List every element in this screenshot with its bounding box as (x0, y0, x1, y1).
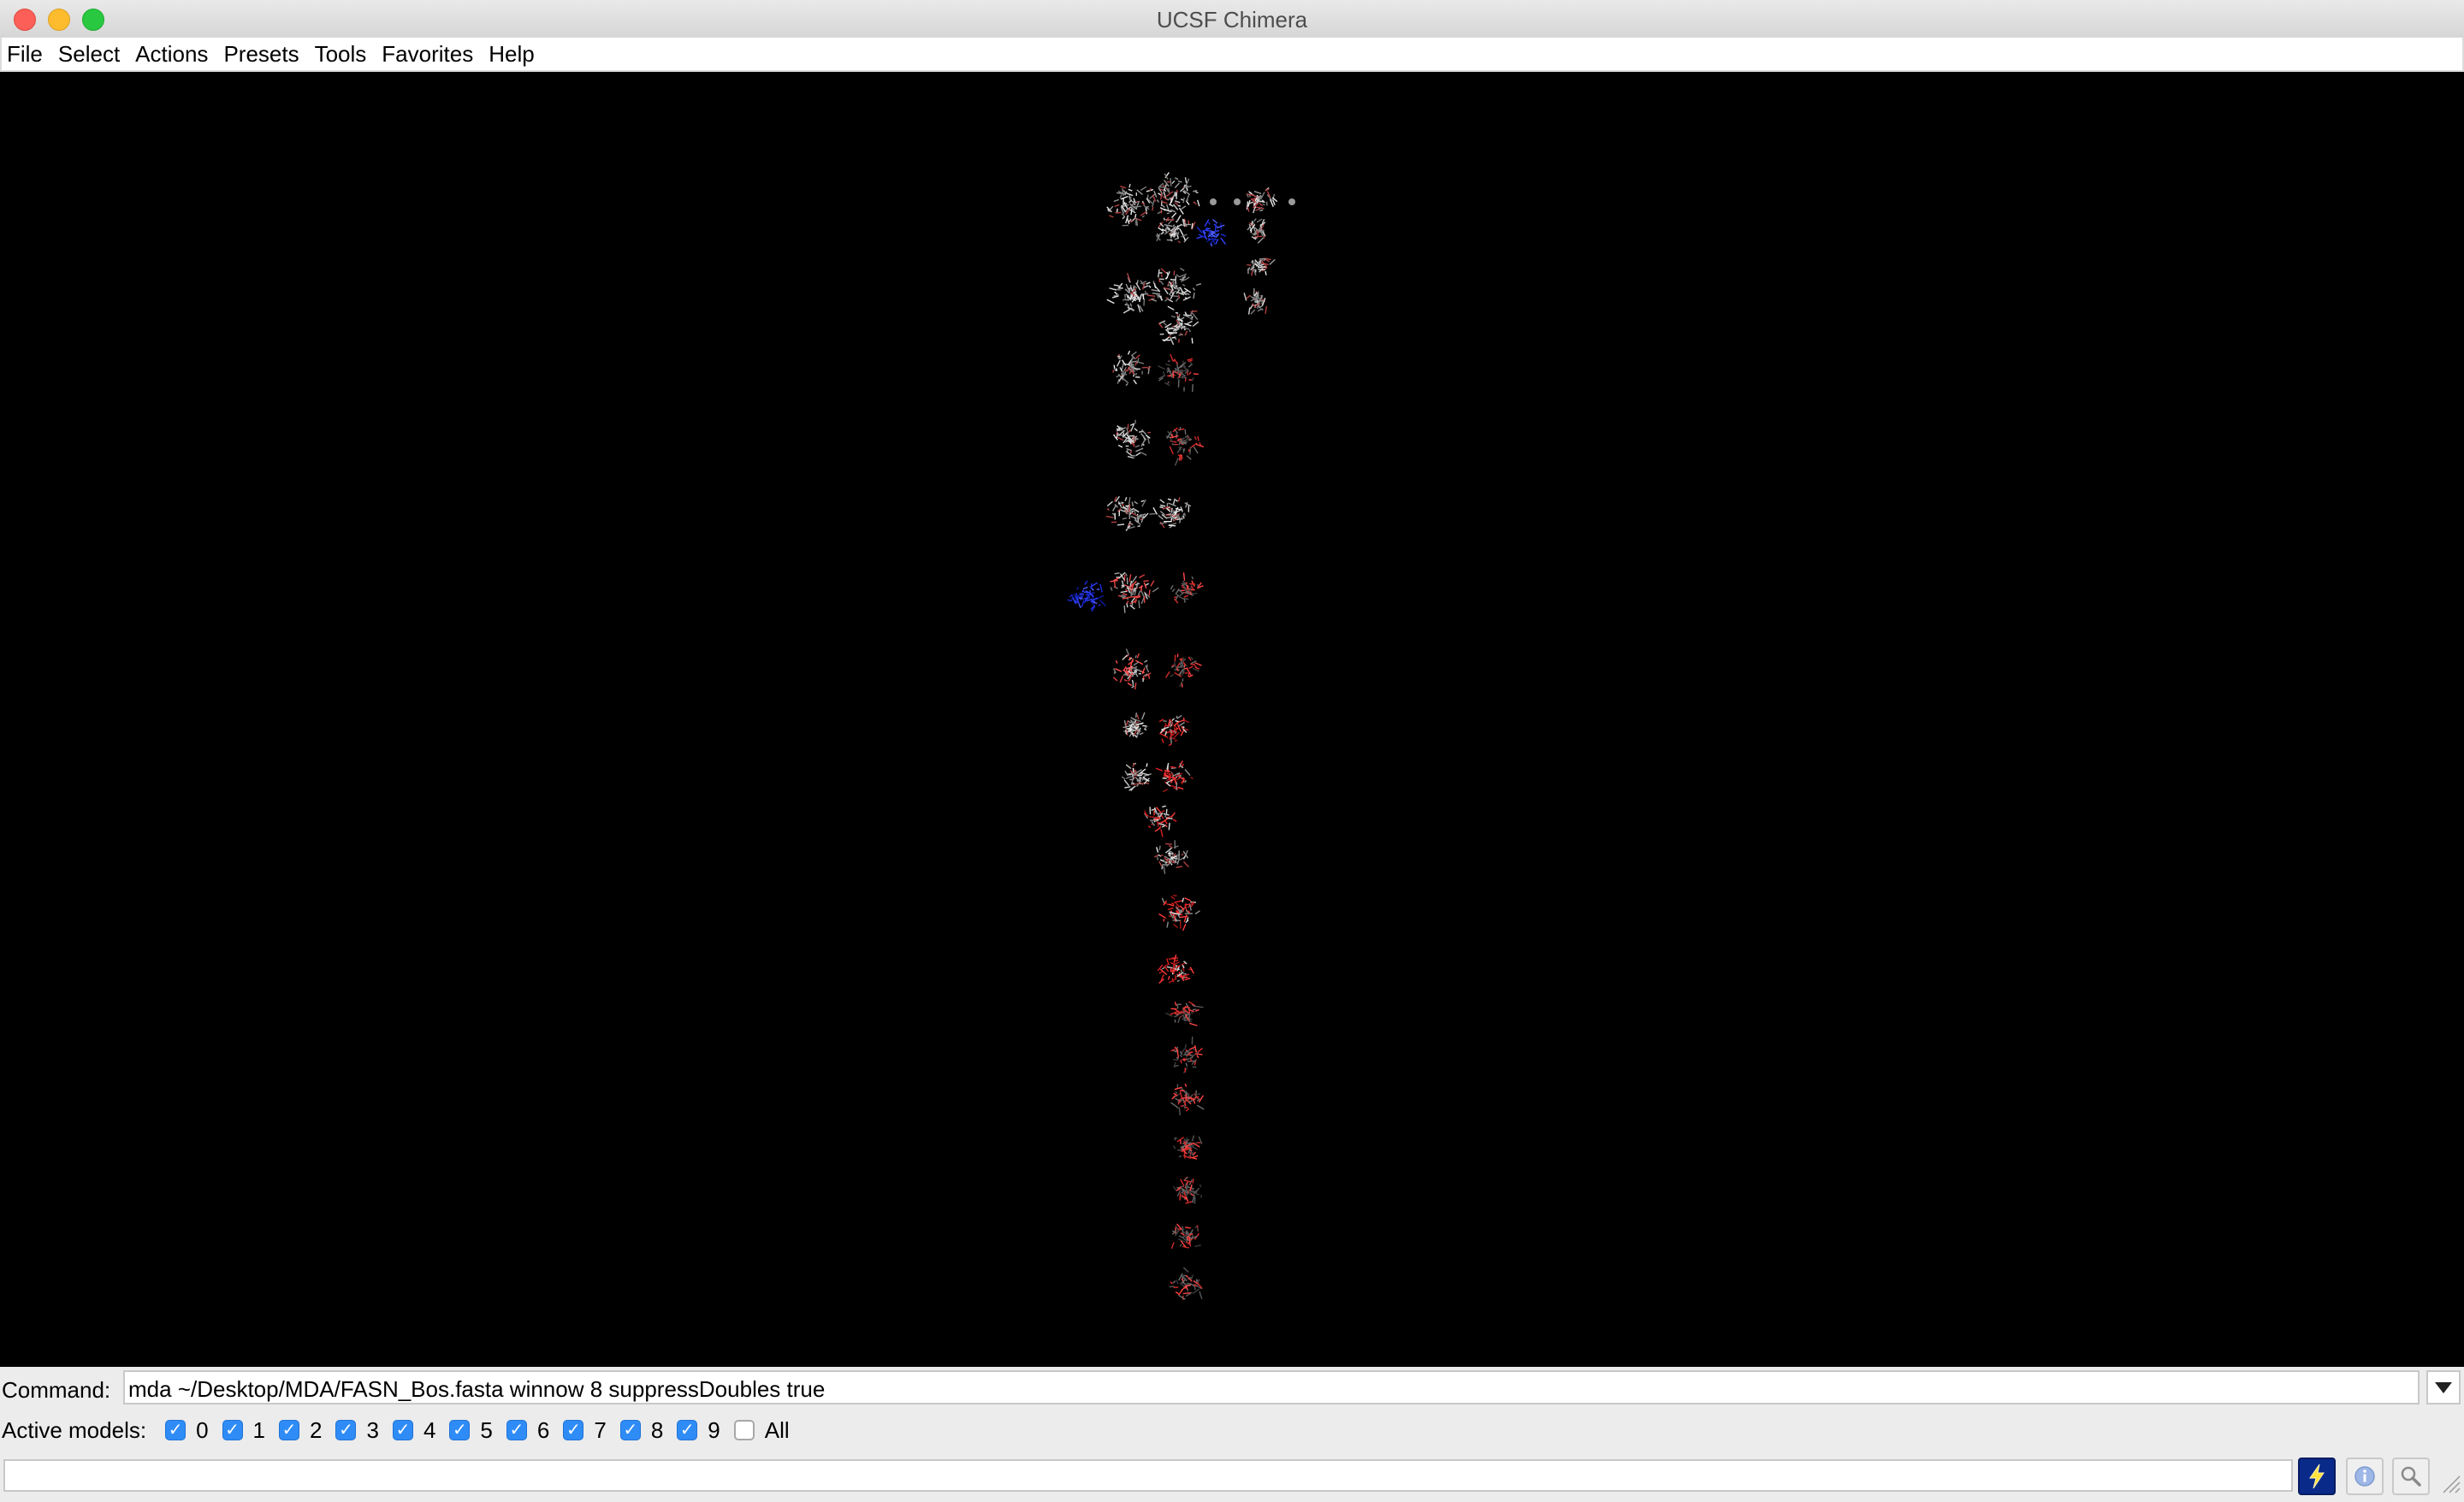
molecule-fragment (1173, 1135, 1203, 1160)
magnifier-icon (2401, 1466, 2421, 1487)
molecule-fragment (1158, 714, 1189, 747)
molecule-fragment (1158, 895, 1200, 931)
ion-atom (1234, 198, 1241, 205)
molecule-fragment (1105, 495, 1156, 531)
search-button[interactable] (2392, 1458, 2430, 1495)
model-0-checkbox[interactable]: ✓ 0 (165, 1417, 209, 1444)
menu-help[interactable]: Help (485, 41, 544, 68)
molecule-fragment (1155, 760, 1194, 793)
model-6-checkbox[interactable]: ✓ 6 (506, 1417, 549, 1444)
molecule-fragment (1147, 267, 1202, 310)
molecule-fragment (1158, 310, 1199, 346)
molecule-fragment (1170, 1083, 1205, 1115)
model-2-checkbox[interactable]: ✓ 2 (279, 1417, 322, 1444)
ion-atom (1288, 198, 1295, 205)
command-history-dropdown[interactable] (2426, 1370, 2461, 1404)
molecule-fragment (1110, 571, 1159, 613)
title-bar: UCSF Chimera (0, 0, 2464, 38)
model-9-checkbox[interactable]: ✓ 9 (677, 1417, 720, 1444)
molecule-fragment (1149, 172, 1200, 223)
molecule-fragment (1169, 1267, 1203, 1300)
checkmark-icon: ✓ (279, 1420, 300, 1440)
checkmark-icon: ✓ (222, 1420, 243, 1440)
menu-favorites[interactable]: Favorites (378, 41, 483, 68)
checkmark-icon: ✓ (506, 1420, 527, 1440)
menu-select[interactable]: Select (55, 41, 130, 68)
molecule-fragment (1165, 653, 1202, 688)
molecule-structures (1067, 172, 1295, 1300)
molecule-fragment (1243, 288, 1268, 315)
menu-tools[interactable]: Tools (311, 41, 377, 68)
info-icon (2354, 1466, 2375, 1487)
molecule-fragment (1170, 1223, 1201, 1250)
molecule-fragment (1106, 183, 1157, 227)
molecule-fragment (1170, 1036, 1203, 1073)
checkmark-icon: ✓ (619, 1420, 641, 1440)
checkmark-icon: ✓ (449, 1420, 471, 1440)
molecule-fragment (1165, 426, 1205, 466)
molecule-fragment (1106, 273, 1160, 314)
menu-actions[interactable]: Actions (132, 41, 218, 68)
molecule-fragment (1196, 218, 1227, 247)
checkmark-icon: ✓ (392, 1420, 413, 1440)
lightning-icon (2309, 1464, 2325, 1489)
active-models-bar: Active models: ✓ 0 ✓ 1 ✓ 2 ✓ 3 ✓ 4 ✓ 5 ✓ 6 ✓ 7 ✓… (0, 1413, 2464, 1447)
molecule-fragment (1121, 762, 1152, 791)
chevron-down-icon (2435, 1381, 2452, 1393)
model-7-checkbox[interactable]: ✓ 7 (563, 1417, 607, 1444)
status-message (3, 1459, 2293, 1492)
model-8-checkbox[interactable]: ✓ 8 (619, 1417, 663, 1444)
checkmark-icon: ✓ (165, 1420, 187, 1440)
checkmark-icon: ✓ (563, 1420, 584, 1440)
command-line: Command: mda ~/Desktop/MDA/FASN_Bos.fast… (0, 1369, 2464, 1411)
molecule-fragment (1165, 1001, 1204, 1026)
all-models-checkbox[interactable]: All (733, 1417, 790, 1444)
resize-grip-icon[interactable] (2442, 1475, 2461, 1493)
molecule-fragment (1247, 218, 1266, 244)
menu-presets[interactable]: Presets (220, 41, 309, 68)
command-label: Command: (2, 1377, 111, 1403)
graphics-viewport[interactable] (0, 72, 2464, 1367)
molecule-fragment (1143, 805, 1177, 837)
molecule-fragment (1152, 497, 1192, 529)
menu-bar: File Select Actions Presets Tools Favori… (0, 38, 2464, 72)
molecule-fragment (1155, 216, 1196, 244)
rapid-access-button[interactable] (2298, 1458, 2336, 1495)
menu-file[interactable]: File (3, 41, 53, 68)
model-3-checkbox[interactable]: ✓ 3 (335, 1417, 379, 1444)
molecule-fragment (1122, 712, 1148, 738)
model-1-checkbox[interactable]: ✓ 1 (222, 1417, 265, 1444)
info-button[interactable] (2346, 1458, 2384, 1495)
status-bar (0, 1456, 2464, 1495)
checkmark-icon: ✓ (335, 1420, 357, 1440)
molecule-fragment (1158, 353, 1199, 393)
molecule-fragment (1157, 954, 1194, 985)
active-models-label: Active models: (2, 1416, 147, 1443)
checkmark-icon: ✓ (677, 1420, 698, 1440)
molecule-fragment (1246, 186, 1278, 214)
model-4-checkbox[interactable]: ✓ 4 (392, 1417, 435, 1444)
window-title: UCSF Chimera (1156, 7, 1308, 33)
molecule-fragment (1153, 840, 1190, 874)
command-input[interactable]: mda ~/Desktop/MDA/FASN_Bos.fasta winnow … (123, 1370, 2420, 1404)
model-5-checkbox[interactable]: ✓ 5 (449, 1417, 493, 1444)
molecule-fragment (1067, 580, 1107, 612)
molecule-fragment (1247, 257, 1276, 276)
molecule-fragment (1172, 1176, 1202, 1204)
ion-atom (1210, 198, 1217, 205)
molecule-fragment (1170, 572, 1204, 604)
molecule-fragment (1112, 350, 1152, 387)
molecule-fragment (1112, 648, 1152, 690)
molecule-fragment (1112, 419, 1152, 459)
